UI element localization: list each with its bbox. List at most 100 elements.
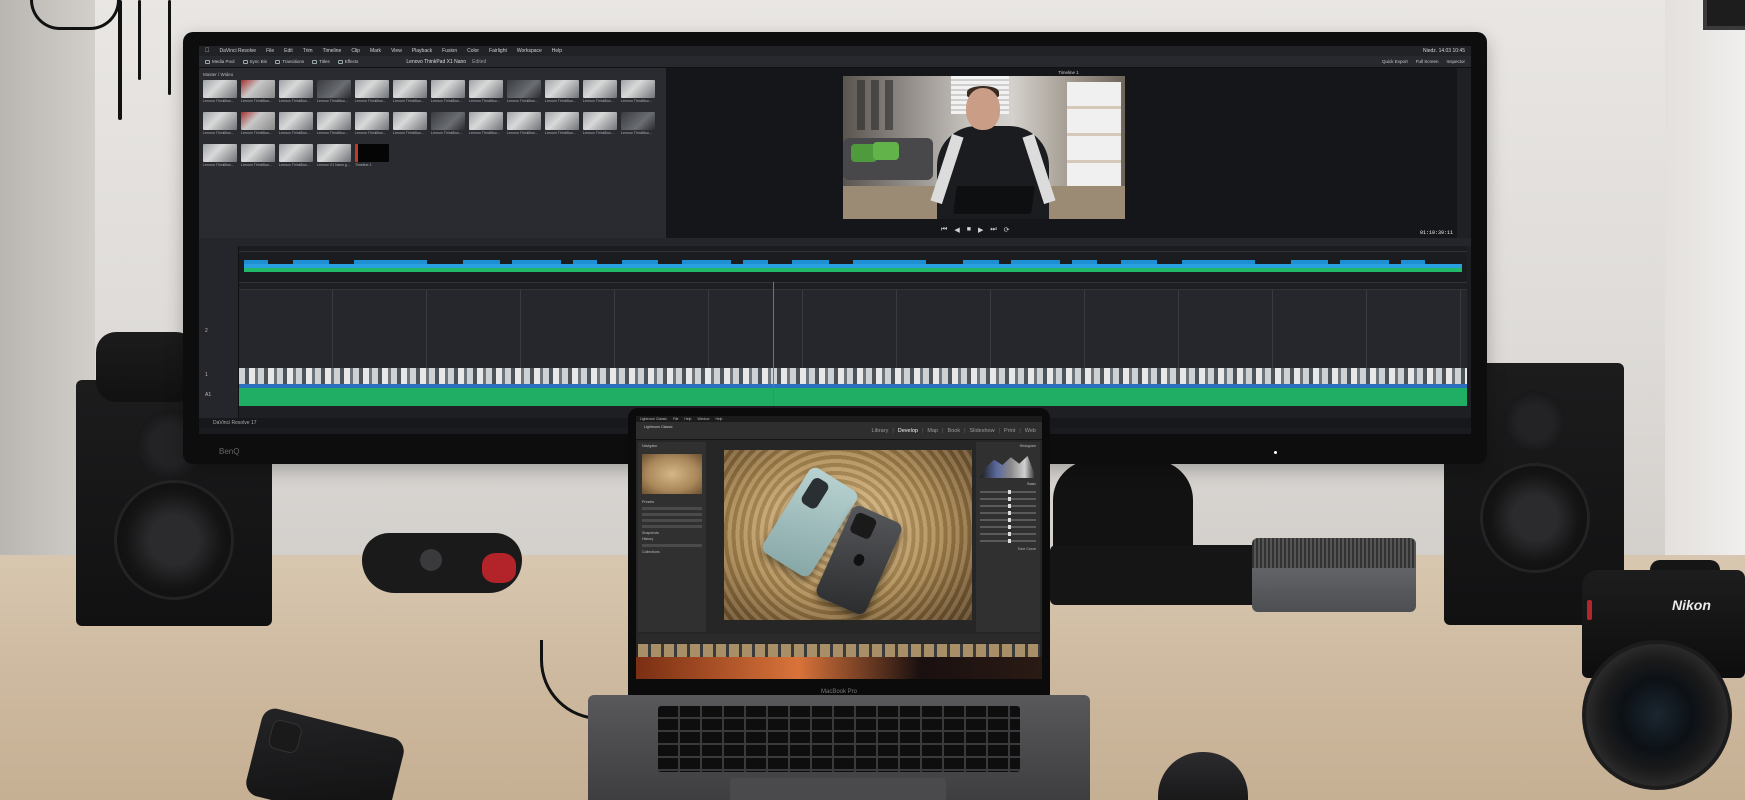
tone-curve-label[interactable]: Tone Curve	[980, 547, 1036, 551]
menu-item[interactable]: Color	[467, 48, 479, 54]
audio-track-1[interactable]	[239, 388, 1467, 406]
menu-item[interactable]: Edit	[284, 48, 293, 54]
loop-icon[interactable]: ⟳	[1004, 226, 1010, 234]
slider[interactable]	[980, 532, 1036, 536]
clip-thumbnail[interactable]: Lenovo ThinkBoo...	[317, 80, 351, 106]
menu-item[interactable]: Workspace	[517, 48, 542, 54]
slider[interactable]	[980, 504, 1036, 508]
clip-thumbnail[interactable]: Lenovo ThinkBoo...	[583, 112, 617, 138]
clip-name: Lenovo ThinkBoo...	[317, 99, 348, 103]
clip-thumbnail[interactable]: Lenovo ThinkBoo...	[393, 112, 427, 138]
presets-label[interactable]: Presets	[642, 500, 702, 504]
module-print[interactable]: Print	[1004, 428, 1015, 434]
collections-label[interactable]: Collections	[642, 550, 702, 554]
menu-item[interactable]: Fairlight	[489, 48, 507, 54]
module-web[interactable]: Web	[1025, 428, 1036, 434]
viewer-timeline-label[interactable]: Timeline 1	[1058, 70, 1079, 75]
menu-item[interactable]: Trim	[303, 48, 313, 54]
clip-thumbnail[interactable]: Lenovo ThinkBoo...	[279, 112, 313, 138]
clip-thumbnail[interactable]: Lenovo ThinkBoo...	[621, 112, 655, 138]
transitions-button[interactable]: Transitions	[275, 59, 304, 64]
clip-thumbnail[interactable]: Lenovo ThinkBoo...	[241, 80, 275, 106]
effects-button[interactable]: Effects	[337, 59, 358, 64]
media-pool-button[interactable]: Media Pool	[205, 59, 235, 64]
menu-item[interactable]: File	[673, 417, 678, 421]
clip-thumbnail[interactable]: Lenovo ThinkBoo...	[545, 80, 579, 106]
menu-item[interactable]: View	[391, 48, 402, 54]
snapshots-label[interactable]: Snapshots	[642, 531, 702, 535]
clip-thumbnail[interactable]: Lenovo X1 Nano g...	[317, 144, 351, 170]
clip-thumbnail[interactable]: Lenovo ThinkBoo...	[545, 112, 579, 138]
inspector-button[interactable]: Inspector	[1446, 59, 1465, 64]
clip-thumbnail[interactable]: Lenovo ThinkBoo...	[393, 80, 427, 106]
menu-item[interactable]: Help	[715, 417, 722, 421]
clip-thumbnail[interactable]: Lenovo ThinkBoo...	[203, 144, 237, 170]
clip-thumbnail[interactable]: Lenovo ThinkBoo...	[431, 112, 465, 138]
mini-timeline[interactable]	[239, 246, 1467, 282]
clip-thumbnail[interactable]: Lenovo ThinkBoo...	[279, 80, 313, 106]
stop-icon[interactable]: ■	[967, 226, 971, 234]
menu-item[interactable]: Help	[684, 417, 691, 421]
sync-bin-button[interactable]: Sync Bin	[242, 59, 267, 64]
module-map[interactable]: Map	[927, 428, 938, 434]
menu-item[interactable]: Mark	[370, 48, 381, 54]
full-screen-button[interactable]: Full Screen	[1416, 59, 1439, 64]
slider[interactable]	[980, 497, 1036, 501]
video-track-2[interactable]	[239, 290, 1467, 368]
clip-thumbnail[interactable]: Lenovo ThinkBoo...	[583, 80, 617, 106]
quick-export-button[interactable]: Quick Export	[1382, 59, 1408, 64]
clip-thumbnail[interactable]: Lenovo ThinkBoo...	[507, 112, 541, 138]
slider[interactable]	[980, 518, 1036, 522]
clip-thumbnail[interactable]: Lenovo ThinkBoo...	[469, 80, 503, 106]
clip-thumbnail[interactable]: Lenovo ThinkBoo...	[469, 112, 503, 138]
timeline-ruler[interactable]	[239, 282, 1467, 290]
play-icon[interactable]: ▶	[978, 226, 983, 234]
apple-icon[interactable]: 	[205, 48, 210, 54]
clip-thumbnail[interactable]: Timeline 1	[355, 144, 389, 170]
module-slideshow[interactable]: Slideshow	[970, 428, 995, 434]
clip-preview	[317, 144, 351, 162]
menu-item[interactable]: Timeline	[323, 48, 342, 54]
play-reverse-icon[interactable]: ◀	[954, 226, 959, 234]
skip-back-icon[interactable]: ⏮	[941, 226, 947, 234]
thunderbolt-dock	[1252, 538, 1416, 612]
histogram-label[interactable]: Histogram	[980, 444, 1036, 448]
navigator-label[interactable]: Navigator	[642, 444, 702, 448]
clip-thumbnail[interactable]: Lenovo ThinkBoo...	[355, 80, 389, 106]
menu-item[interactable]: File	[266, 48, 274, 54]
clip-thumbnail[interactable]: Lenovo ThinkBoo...	[241, 144, 275, 170]
clip-name: Lenovo ThinkBoo...	[393, 99, 424, 103]
menu-item[interactable]: Playback	[412, 48, 432, 54]
history-label[interactable]: History	[642, 537, 702, 541]
clip-preview	[545, 80, 579, 98]
module-library[interactable]: Library	[872, 428, 889, 434]
menu-item[interactable]: Lightroom Classic	[640, 417, 667, 421]
clip-thumbnail[interactable]: Lenovo ThinkBoo...	[507, 80, 541, 106]
clip-thumbnail[interactable]: Lenovo ThinkBoo...	[621, 80, 655, 106]
clip-thumbnail[interactable]: Lenovo ThinkBoo...	[203, 80, 237, 106]
navigator-preview[interactable]	[642, 454, 702, 494]
titles-button[interactable]: Titles	[312, 59, 330, 64]
slider[interactable]	[980, 490, 1036, 494]
clip-thumbnail[interactable]: Lenovo ThinkBoo...	[317, 112, 351, 138]
menu-item[interactable]: Window	[697, 417, 709, 421]
skip-forward-icon[interactable]: ⏭	[990, 226, 996, 234]
slider[interactable]	[980, 511, 1036, 515]
module-develop[interactable]: Develop	[898, 428, 918, 434]
clip-thumbnail[interactable]: Lenovo ThinkBoo...	[279, 144, 313, 170]
clip-thumbnail[interactable]: Lenovo ThinkBoo...	[203, 112, 237, 138]
menu-item[interactable]: Clip	[351, 48, 360, 54]
clip-thumbnail[interactable]: Lenovo ThinkBoo...	[355, 112, 389, 138]
menu-item[interactable]: Help	[552, 48, 562, 54]
basic-label[interactable]: Basic	[980, 482, 1036, 486]
playhead[interactable]	[773, 282, 774, 406]
slider[interactable]	[980, 539, 1036, 543]
video-track-1[interactable]	[239, 368, 1467, 388]
menu-item[interactable]: Fusion	[442, 48, 457, 54]
module-book[interactable]: Book	[948, 428, 961, 434]
clip-thumbnail[interactable]: Lenovo ThinkBoo...	[241, 112, 275, 138]
slider[interactable]	[980, 525, 1036, 529]
menu-item[interactable]: DaVinci Resolve	[220, 48, 257, 54]
clip-thumbnail[interactable]: Lenovo ThinkBoo...	[431, 80, 465, 106]
filmstrip[interactable]	[638, 644, 1040, 658]
